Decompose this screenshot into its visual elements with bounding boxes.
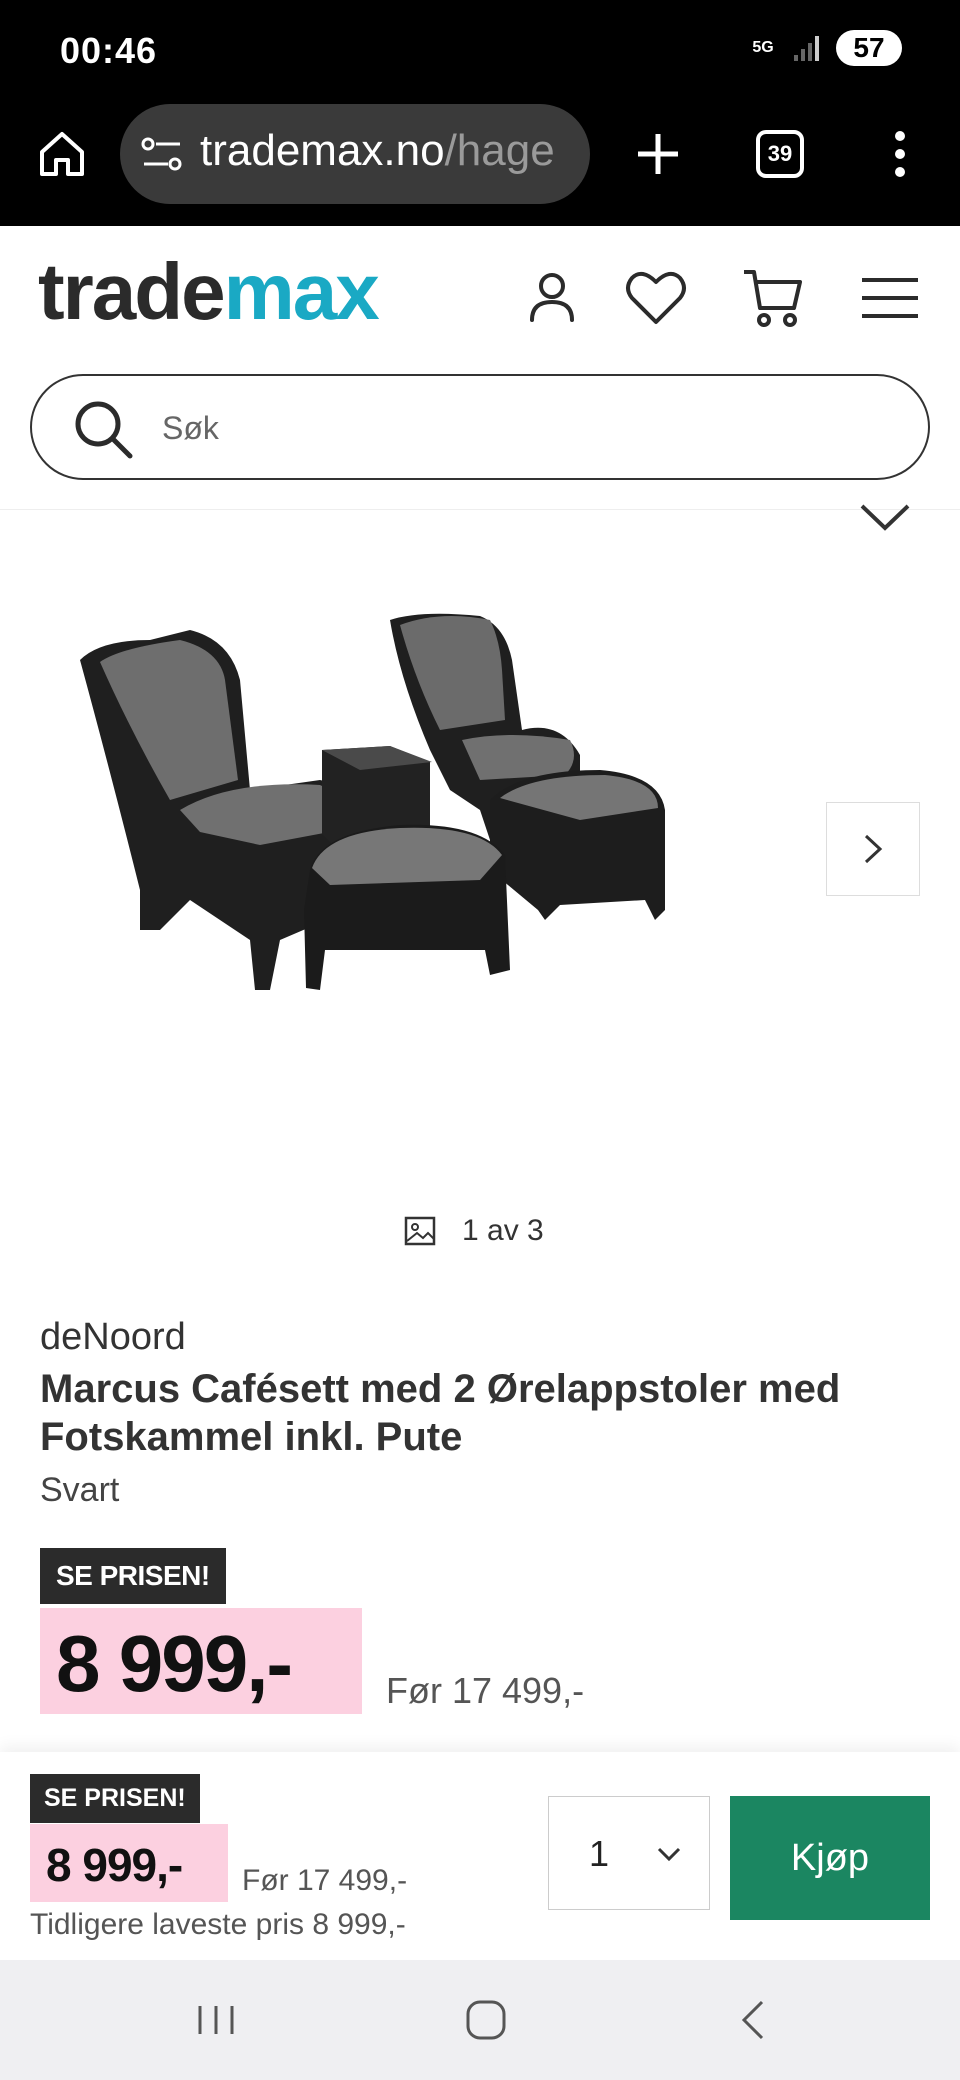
more-options-icon[interactable] [884, 126, 916, 182]
signal-icon [794, 36, 819, 61]
product-info: deNoord Marcus Cafésett med 2 Ørelappsto… [40, 1316, 920, 1510]
product-gallery: 1 av 3 [0, 504, 960, 1270]
chevron-right-icon [864, 834, 883, 864]
account-icon[interactable] [520, 264, 584, 332]
product-brand[interactable]: deNoord [40, 1316, 920, 1359]
lowest-price-note: Tidligere laveste pris 8 999,- [30, 1908, 406, 1941]
search-bar[interactable] [30, 374, 930, 480]
search-input[interactable] [162, 400, 862, 456]
tab-switcher-button[interactable]: 39 [756, 130, 804, 178]
home-icon[interactable] [34, 126, 90, 182]
menu-hamburger-icon[interactable] [858, 264, 922, 332]
url-text: trademax.no/hage [200, 126, 555, 176]
chevron-down-icon [657, 1847, 681, 1862]
back-icon[interactable] [724, 1990, 784, 2050]
product-title: Marcus Cafésett med 2 Ørelappstoler med … [40, 1367, 841, 1459]
home-button-icon[interactable] [456, 1990, 516, 2050]
deal-badge: SE PRISEN! [40, 1548, 226, 1604]
trademax-logo[interactable]: trademax [38, 246, 380, 338]
address-bar[interactable]: trademax.no/hage [120, 104, 590, 204]
network-5g-icon: 5G [752, 39, 774, 56]
product-variant: Svart [40, 1471, 120, 1509]
image-counter-text: 1 av 3 [462, 1214, 544, 1247]
url-path: /hage [444, 126, 555, 175]
sticky-price-box: 8 999,- [30, 1824, 228, 1902]
site-settings-icon[interactable] [140, 134, 184, 174]
cart-icon[interactable] [740, 264, 804, 332]
new-tab-icon[interactable] [630, 126, 686, 182]
logo-trade: trade [38, 247, 226, 336]
chevron-down-icon[interactable] [858, 498, 912, 538]
recent-apps-icon[interactable] [186, 1990, 246, 2050]
search-icon[interactable] [72, 398, 136, 462]
price-box: 8 999,- [40, 1608, 362, 1714]
sticky-price: 8 999,- [46, 1839, 183, 1891]
sticky-buy-bar: SE PRISEN! 8 999,- Før 17 499,- Tidliger… [0, 1752, 960, 1960]
old-price: Før 17 499,- [386, 1670, 585, 1711]
sticky-old-price: Før 17 499,- [242, 1864, 408, 1897]
next-image-button[interactable] [826, 802, 920, 896]
quantity-select[interactable]: 1 [548, 1796, 710, 1910]
system-navigation-bar [0, 1960, 960, 2080]
wishlist-heart-icon[interactable] [624, 264, 688, 332]
browser-toolbar: trademax.no/hage 39 [0, 104, 960, 226]
url-domain: trademax.no [200, 126, 445, 175]
status-bar: 00:46 5G 57 [0, 0, 960, 104]
site-header: trademax [0, 226, 960, 510]
image-gallery-icon [404, 1216, 436, 1246]
product-image[interactable] [60, 570, 900, 1130]
image-counter: 1 av 3 [404, 1214, 544, 1248]
status-time: 00:46 [60, 30, 158, 71]
battery-indicator: 57 [836, 30, 902, 66]
status-icons: 5G 57 [748, 30, 902, 66]
logo-max: max [223, 247, 380, 336]
sticky-deal-badge: SE PRISEN! [30, 1774, 200, 1823]
product-price: 8 999,- [56, 1619, 293, 1708]
quantity-value: 1 [589, 1833, 610, 1874]
buy-button[interactable]: Kjøp [730, 1796, 930, 1920]
